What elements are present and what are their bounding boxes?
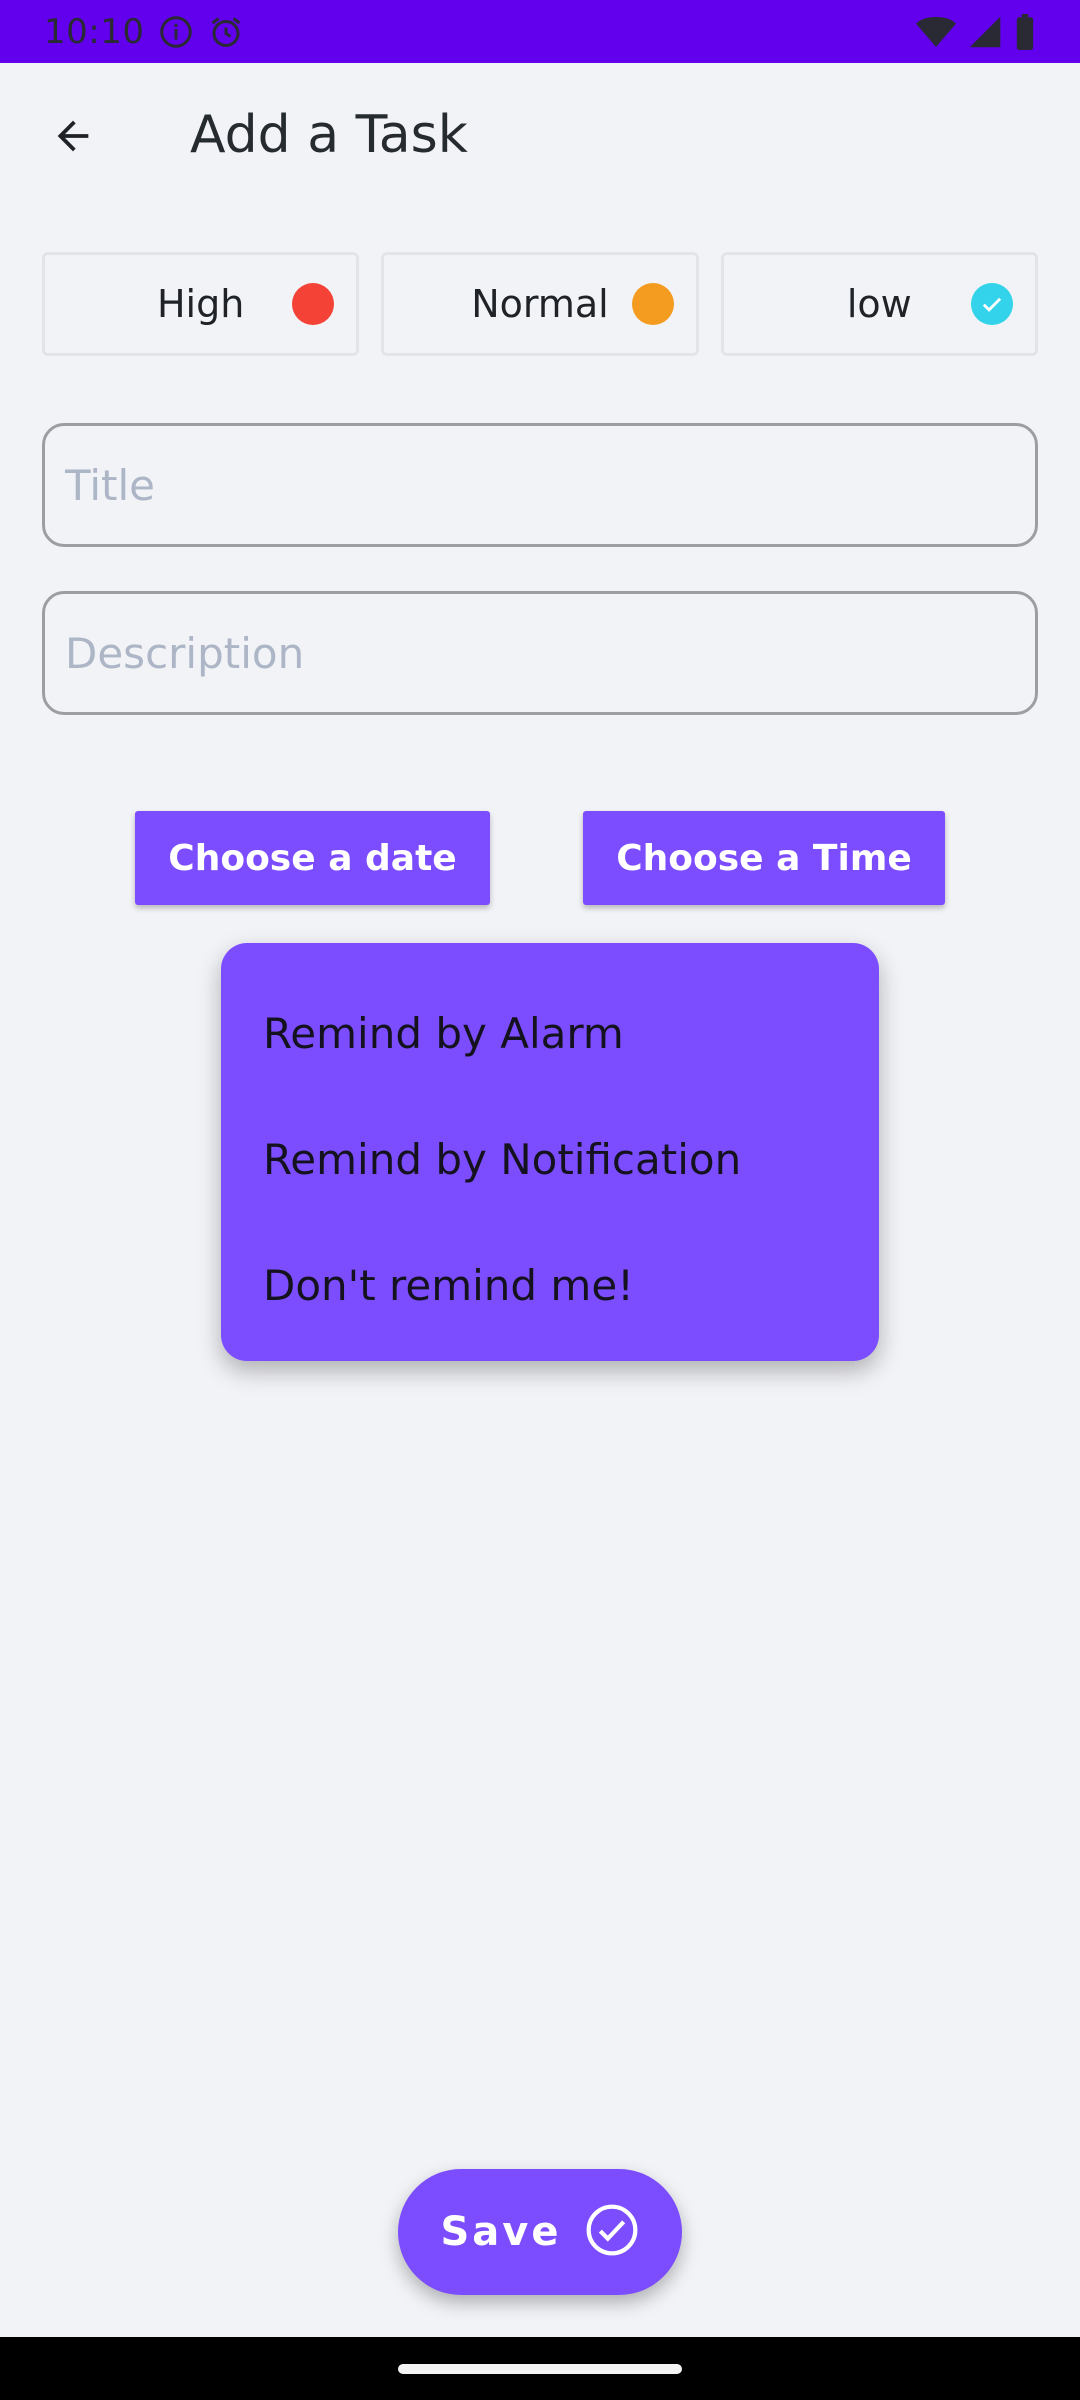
menu-item-remind-alarm[interactable]: Remind by Alarm — [221, 970, 879, 1096]
status-bar: 10:10 — [0, 0, 1080, 63]
save-button[interactable]: Save — [398, 2169, 682, 2295]
orange-dot-icon — [631, 283, 674, 325]
choose-date-button[interactable]: Choose a date — [135, 811, 490, 905]
red-dot-icon — [292, 283, 335, 325]
priority-chip-high[interactable]: High — [42, 252, 360, 356]
check-circle-selected-icon — [970, 283, 1013, 325]
back-button[interactable] — [40, 107, 106, 169]
signal-icon — [968, 15, 1002, 49]
description-input[interactable] — [65, 628, 1015, 678]
priority-chip-normal[interactable]: Normal — [381, 252, 699, 356]
priority-selector: High Normal low — [42, 252, 1038, 356]
info-icon — [158, 14, 194, 50]
status-right — [916, 13, 1036, 50]
priority-label-normal: Normal — [471, 282, 609, 326]
top-app-bar: Add a Task — [0, 63, 1080, 211]
battery-icon — [1014, 13, 1036, 50]
home-gesture-handle[interactable] — [398, 2364, 682, 2374]
wifi-icon — [916, 15, 956, 49]
description-field[interactable] — [42, 591, 1038, 715]
choose-time-button[interactable]: Choose a Time — [583, 811, 945, 905]
title-field[interactable] — [42, 423, 1038, 547]
menu-item-dont-remind[interactable]: Don't remind me! — [221, 1222, 879, 1348]
save-label: Save — [440, 2209, 562, 2255]
priority-label-high: High — [156, 282, 245, 326]
priority-label-low: low — [846, 282, 912, 326]
arrow-back-icon — [48, 113, 98, 163]
status-left: 10:10 — [44, 12, 244, 52]
reminder-popup-menu: Remind by Alarm Remind by Notification D… — [221, 943, 879, 1361]
add-task-screen: 10:10 Add a Task High Normal low Title D… — [0, 0, 1080, 2400]
title-input[interactable] — [65, 460, 1015, 510]
status-time: 10:10 — [44, 11, 145, 52]
check-circle-icon — [584, 2202, 640, 2262]
alarm-icon — [208, 14, 244, 50]
page-title: Add a Task — [190, 105, 468, 165]
priority-chip-low[interactable]: low — [720, 252, 1038, 356]
menu-item-remind-notification[interactable]: Remind by Notification — [221, 1096, 879, 1222]
